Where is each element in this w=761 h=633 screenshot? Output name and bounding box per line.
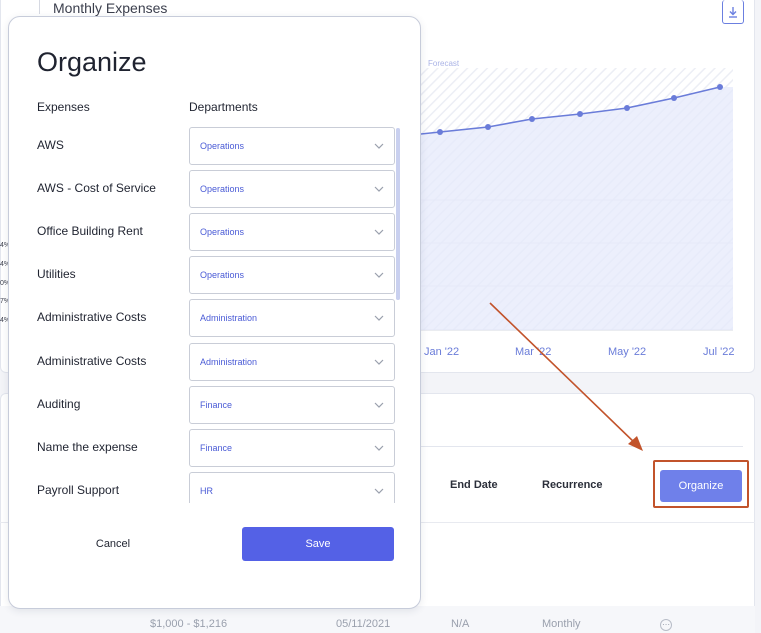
chevron-down-icon: [374, 359, 384, 365]
organize-modal: Organize Expenses Departments AWS Operat…: [8, 16, 421, 609]
chevron-down-icon: [374, 315, 384, 321]
column-header-end-date: End Date: [450, 479, 498, 491]
department-select[interactable]: Operations: [189, 127, 395, 165]
data-point: [437, 129, 443, 135]
expense-name: Office Building Rent: [37, 224, 143, 238]
department-select[interactable]: Finance: [189, 429, 395, 467]
expense-name: Utilities: [37, 267, 76, 281]
list-item: Payroll Support HR: [9, 470, 422, 503]
list-item: AWS - Cost of Service Operations: [9, 168, 422, 211]
data-point: [485, 124, 491, 130]
chevron-down-icon: [374, 186, 384, 192]
cell-amount: $1,000 - $1,216: [150, 618, 228, 630]
cancel-button[interactable]: Cancel: [49, 527, 177, 561]
column-header-recurrence: Recurrence: [542, 479, 603, 491]
cell-end-date: N/A: [451, 618, 470, 630]
divider: [420, 446, 743, 447]
list-item: Administrative Costs Administration: [9, 297, 422, 340]
department-value: Operations: [200, 141, 245, 151]
department-select[interactable]: Operations: [189, 170, 395, 208]
highlight-annotation: [653, 460, 749, 508]
expense-name: Administrative Costs: [37, 310, 147, 324]
department-value: Operations: [200, 270, 245, 280]
list-item: Name the expense Finance: [9, 427, 422, 470]
department-select[interactable]: Operations: [189, 213, 395, 251]
expense-name: Auditing: [37, 397, 81, 411]
expense-name: Administrative Costs: [37, 354, 147, 368]
expense-list[interactable]: AWS Operations AWS - Cost of Service Ope…: [9, 121, 422, 503]
modal-title: Organize: [37, 47, 147, 77]
department-select[interactable]: Finance: [189, 386, 395, 424]
department-select[interactable]: HR: [189, 472, 395, 503]
department-select[interactable]: Administration: [189, 299, 395, 337]
department-value: Administration: [200, 357, 258, 367]
x-tick-label: Jul '22: [703, 346, 735, 358]
data-point: [529, 116, 535, 122]
list-item: Office Building Rent Operations: [9, 211, 422, 254]
chevron-down-icon: [374, 402, 384, 408]
column-label-departments: Departments: [189, 100, 258, 114]
department-value: Operations: [200, 184, 245, 194]
data-point: [717, 84, 723, 90]
cell-recurrence: Monthly: [542, 618, 581, 630]
data-point: [671, 95, 677, 101]
chevron-down-icon: [374, 272, 384, 278]
list-scrollbar[interactable]: [396, 128, 400, 300]
data-point: [577, 111, 583, 117]
chevron-down-icon: [374, 229, 384, 235]
department-value: HR: [200, 486, 213, 496]
chevron-down-icon: [374, 488, 384, 494]
more-options-icon[interactable]: ⋯: [660, 619, 672, 631]
expense-name: AWS - Cost of Service: [37, 181, 156, 195]
forecast-label: Forecast: [428, 59, 460, 68]
expense-name: Name the expense: [37, 440, 138, 454]
x-tick-label: May '22: [608, 346, 647, 358]
department-value: Finance: [200, 400, 233, 410]
list-item: AWS Operations: [9, 125, 422, 168]
department-select[interactable]: Administration: [189, 343, 395, 381]
list-item: Administrative Costs Administration: [9, 341, 422, 384]
x-tick-label: Mar '22: [515, 346, 552, 358]
x-tick-label: Jan '22: [424, 346, 460, 358]
list-item: Utilities Operations: [9, 254, 422, 297]
expense-name: AWS: [37, 138, 64, 152]
department-value: Finance: [200, 443, 233, 453]
data-point: [624, 105, 630, 111]
cell-start-date: 05/11/2021: [336, 618, 391, 630]
save-button[interactable]: Save: [242, 527, 394, 561]
department-value: Administration: [200, 313, 258, 323]
department-value: Operations: [200, 227, 245, 237]
scrollbar-thumb[interactable]: [396, 128, 400, 300]
expense-name: Payroll Support: [37, 483, 120, 497]
chevron-down-icon: [374, 143, 384, 149]
list-item: Auditing Finance: [9, 384, 422, 427]
chevron-down-icon: [374, 445, 384, 451]
department-select[interactable]: Operations: [189, 256, 395, 294]
column-label-expenses: Expenses: [37, 100, 90, 114]
